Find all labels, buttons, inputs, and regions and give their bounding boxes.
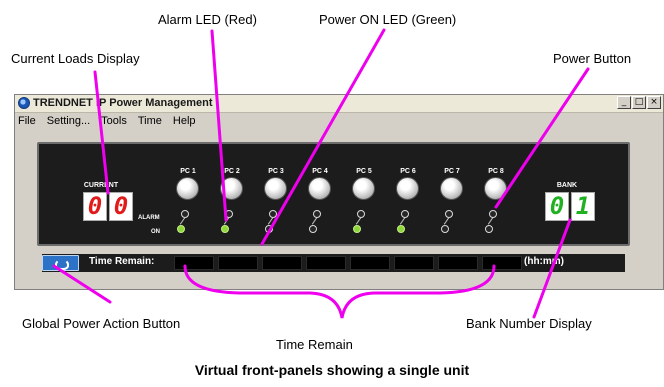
callout-line-power-button — [494, 67, 590, 209]
callout-brace-time — [183, 264, 496, 319]
callout-line-global — [52, 264, 112, 304]
callout-line-current — [93, 70, 110, 195]
callout-lines — [52, 28, 590, 319]
callout-line-alarm — [210, 29, 228, 222]
callout-line-bank — [532, 218, 572, 319]
callout-line-power-on — [260, 28, 386, 246]
